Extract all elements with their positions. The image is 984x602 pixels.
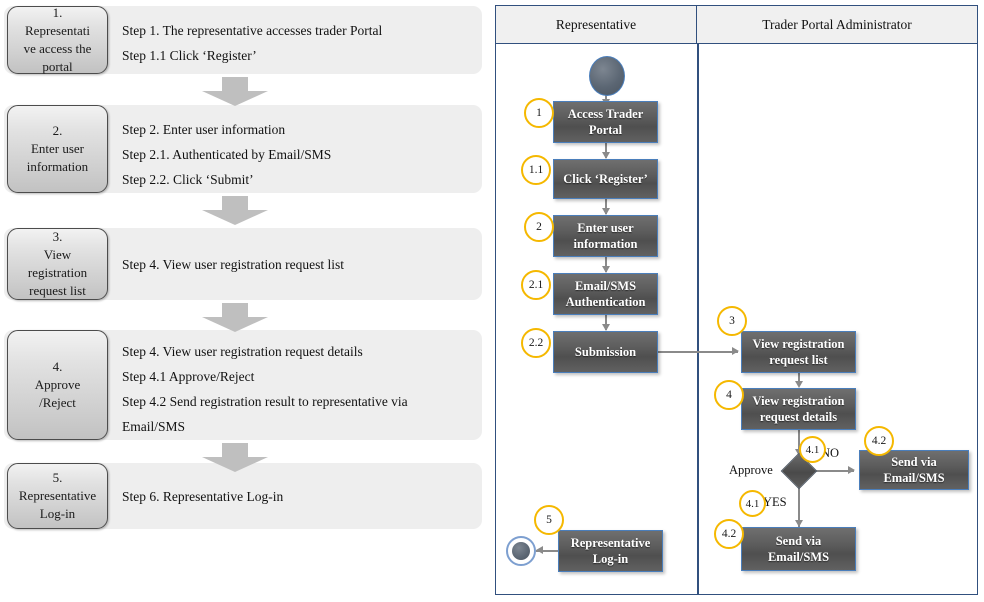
arrowhead-icon [536,546,543,554]
step-text-line: Step 4. View user registration request l… [122,257,345,272]
badge-3: 3 [717,306,747,336]
arrowhead-icon [601,208,610,215]
step-text-line: Step 4.1 Approve/Reject [122,369,255,384]
step-text-line: Step 4.2 Send registration result to rep… [122,394,408,409]
badge-4-1-no: 4.1 [799,436,826,463]
badge-5: 5 [534,505,564,535]
node-label: Send via Email/SMS [767,534,830,564]
stage-box-5[interactable]: 5. Representative Log-in [7,463,108,529]
step-text-line: Step 1.1 Click ‘Register’ [122,48,257,63]
node-submission[interactable]: Submission [553,331,658,373]
stage-box-label: 4. Approve /Reject [34,359,81,410]
badge-4-1-yes: 4.1 [739,490,766,517]
arrowhead-icon [848,466,855,474]
step-text-line: Step 2. Enter user information [122,122,286,137]
badge-4-2-yes: 4.2 [714,519,744,549]
connector-submission-to-request-list [658,351,738,353]
node-label: Click ‘Register’ [563,172,648,186]
node-email-sms-authentication[interactable]: Email/SMS Authentication [553,273,658,315]
down-arrow-icon-3 [200,303,270,333]
node-label: Representative Log-in [570,536,651,566]
node-representative-login[interactable]: Representative Log-in [558,530,663,572]
node-label: Send via Email/SMS [883,455,945,485]
node-label: Access Trader Portal [567,107,644,137]
badge-4: 4 [714,380,744,410]
badge-2-1: 2.1 [521,270,551,300]
process-steps-panel: Step 1. The representative accesses trad… [0,0,490,602]
badge-1: 1 [524,98,554,128]
stage-box-label: 3. View registration request list [27,229,88,298]
node-enter-user-information[interactable]: Enter user information [553,215,658,257]
down-arrow-icon-1 [200,77,270,107]
arrowhead-icon [794,520,803,527]
node-label: View registration request list [752,337,845,367]
node-view-registration-request-list[interactable]: View registration request list [741,331,856,373]
stage-box-3[interactable]: 3. View registration request list [7,228,108,300]
node-view-registration-request-details[interactable]: View registration request details [741,388,856,430]
node-label: Email/SMS Authentication [565,279,646,309]
arrowhead-icon [732,347,739,355]
arrowhead-icon [601,324,610,331]
badge-2-2: 2.2 [521,328,551,358]
stage-box-1[interactable]: 1. Representati ve access the portal [7,5,108,74]
badge-1-1: 1.1 [521,155,551,185]
step-text-line: Email/SMS [122,419,186,434]
stage-box-label: 5. Representative Log-in [18,470,97,521]
stage-box-label: 2. Enter user information [26,123,89,174]
step-text-line: Step 1. The representative accesses trad… [122,23,383,38]
down-arrow-icon-4 [200,443,270,473]
arrowhead-icon [794,381,803,388]
decision-label-approve: Approve [729,463,773,477]
lane-header-representative: Representative [496,6,697,43]
node-send-via-email-sms-yes[interactable]: Send via Email/SMS [741,527,856,571]
down-arrow-icon-2 [200,196,270,226]
node-label: View registration request details [752,394,845,424]
stage-box-label: 1. Representati ve access the portal [23,5,92,74]
arrowhead-icon [601,266,610,273]
start-node-icon [589,56,625,96]
step-text-line: Step 2.2. Click ‘Submit’ [122,172,254,187]
lane-header-trader-portal-administrator: Trader Portal Administrator [762,16,912,32]
end-node-icon [506,536,536,566]
branch-label-yes: YES [763,495,787,509]
step-text-line: Step 4. View user registration request d… [122,344,363,359]
stage-box-4[interactable]: 4. Approve /Reject [7,330,108,440]
badge-4-2-no: 4.2 [864,426,894,456]
step-text-line: Step 2.1. Authenticated by Email/SMS [122,147,332,162]
node-send-via-email-sms-no[interactable]: Send via Email/SMS [859,450,969,490]
badge-2: 2 [524,212,554,242]
swimlane-header-row: Representative Trader Portal Administrat… [496,6,977,44]
node-label: Submission [574,345,637,359]
node-access-trader-portal[interactable]: Access Trader Portal [553,101,658,143]
stage-box-2[interactable]: 2. Enter user information [7,105,108,193]
node-label: Enter user information [573,221,638,251]
node-click-register[interactable]: Click ‘Register’ [553,159,658,199]
swimlane-flowchart: Representative Trader Portal Administrat… [495,5,978,595]
step-text-line: Step 6. Representative Log-in [122,489,284,504]
arrowhead-icon [601,152,610,159]
lane-divider [697,44,699,594]
